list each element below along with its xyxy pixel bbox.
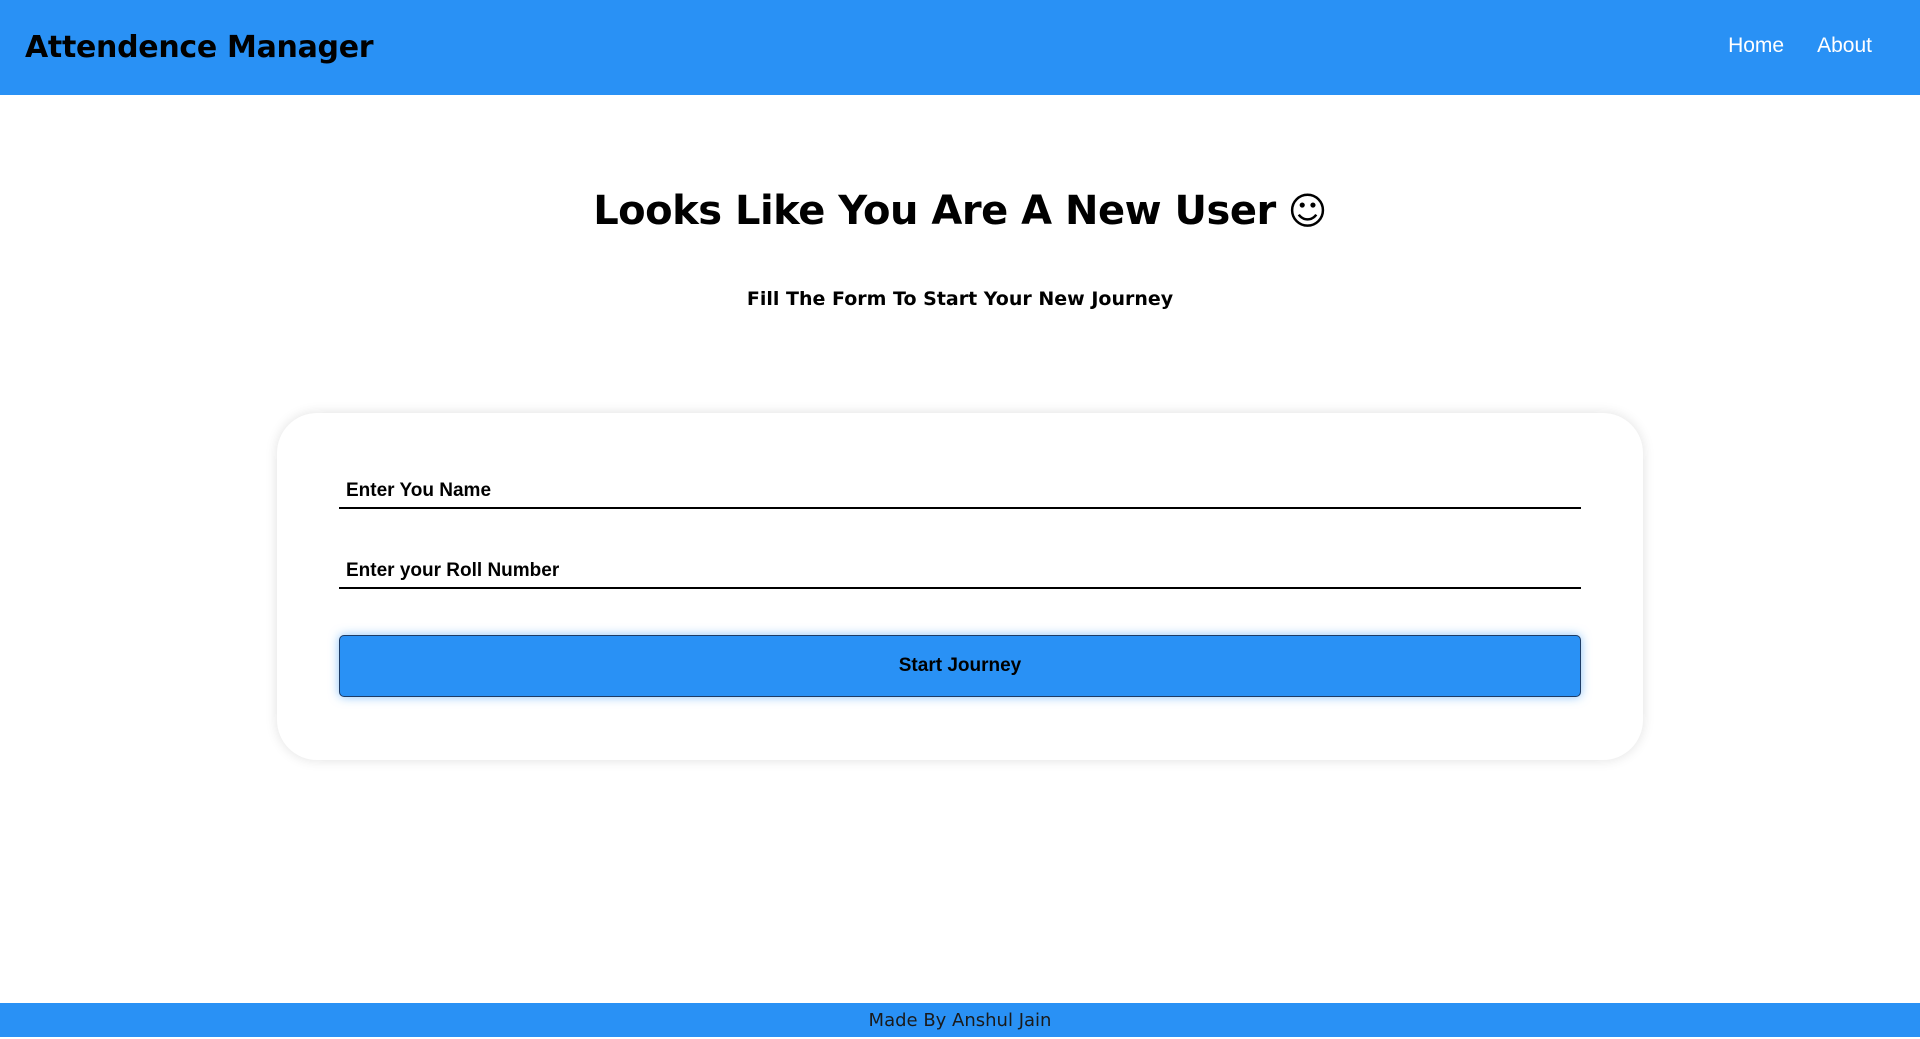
start-journey-button[interactable]: Start Journey xyxy=(339,635,1581,697)
brand-title[interactable]: Attendence Manager xyxy=(25,30,374,65)
new-user-form: Start Journey xyxy=(277,413,1643,760)
footer-credit: Made By Anshul Jain xyxy=(868,1010,1052,1031)
page-title: Looks Like You Are A New User ☺ xyxy=(0,183,1920,239)
name-field-wrapper xyxy=(339,475,1581,509)
name-input[interactable] xyxy=(339,475,1581,507)
footer: Made By Anshul Jain xyxy=(0,1003,1920,1037)
nav-links: Home About xyxy=(1728,34,1872,58)
page-subtitle: Fill The Form To Start Your New Journey xyxy=(746,288,1174,310)
navbar: Attendence Manager Home About xyxy=(0,0,1920,95)
page-title-text: Looks Like You Are A New User xyxy=(593,188,1276,234)
roll-number-field-wrapper xyxy=(339,555,1581,589)
nav-link-about[interactable]: About xyxy=(1817,34,1872,58)
nav-link-home[interactable]: Home xyxy=(1728,34,1784,58)
roll-number-input[interactable] xyxy=(339,555,1581,587)
smiley-icon: ☺ xyxy=(1287,189,1328,233)
